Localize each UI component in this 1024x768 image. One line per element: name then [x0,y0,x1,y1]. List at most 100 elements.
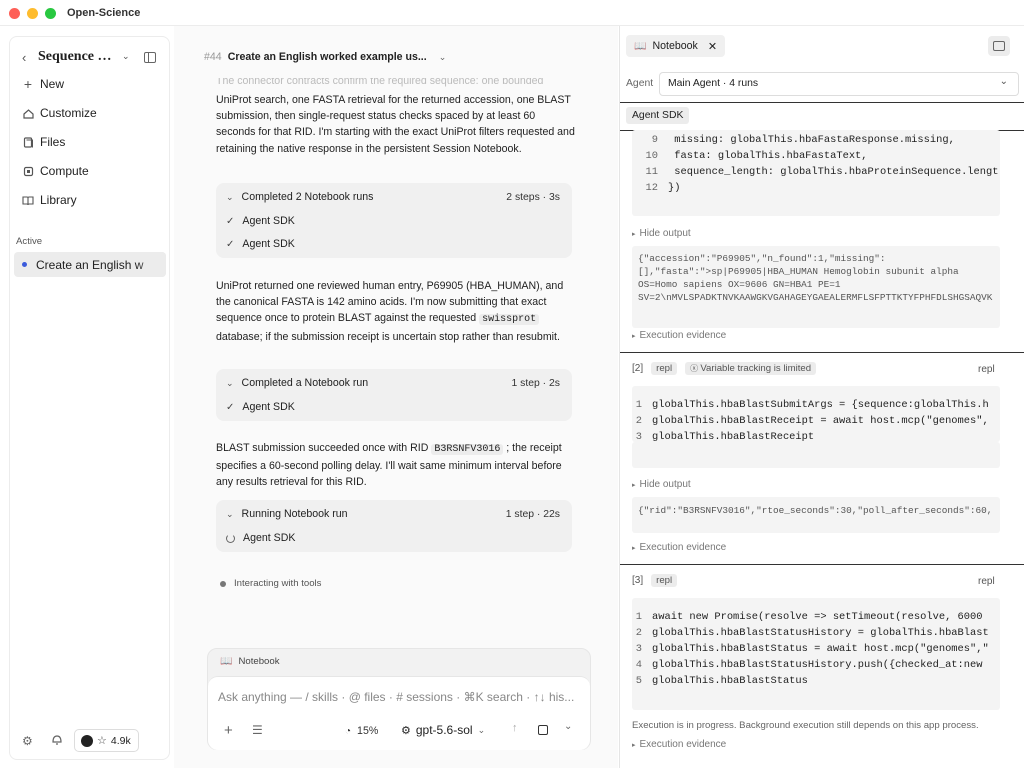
output-line: [],"fasta":">sp|P69905|HBA_HUMAN Hemoglo… [638,266,959,277]
chevron-down-icon: ⌄ [226,377,234,388]
run-group-header[interactable]: ⌄ Running Notebook run [226,508,348,520]
agent-select-value: Main Agent · 4 runs [668,78,759,89]
composer-attachment[interactable]: 📖 Notebook [220,656,280,667]
sidebar-item-library[interactable]: Library [22,191,77,209]
panel-toggle-button[interactable] [988,36,1010,56]
close-window-button[interactable] [9,8,20,19]
composer-input[interactable]: Ask anything — / skills · @ files · # se… [218,690,580,704]
code-cell-1[interactable]: 9 missing: globalThis.hbaFastaResponse.m… [632,130,1000,216]
code-line: 3 globalThis.hbaBlastStatus = await host.… [635,643,989,655]
sidebar-item-label: Library [40,193,77,207]
output-line: SV=2\nMVLSPADKTNVKAAWGKVGAHAGEYGAEALERMF… [638,292,993,303]
code-line: 4 globalThis.hbaBlastStatusHistory.push({… [635,659,983,671]
code-line: 9 missing: globalThis.hbaFastaResponse.m… [651,134,955,146]
model-selector[interactable]: ⚙ gpt-5.6-sol ⌄ [401,723,485,737]
composer: 📖 Notebook Ask anything — / skills · @ f… [207,648,591,750]
add-attachment-button[interactable]: + [224,722,233,739]
run-item[interactable]: Agent SDK [226,532,295,544]
composer-input-area: Ask anything — / skills · @ files · # se… [208,676,590,750]
execution-evidence-toggle[interactable]: ▸ Execution evidence [632,542,726,553]
chat-panel: #44 Create an English worked example us.… [174,26,618,768]
notebook-runs-group-3[interactable]: ⌄ Running Notebook run 1 step · 22s Agent… [216,500,572,552]
session-title: Create an English worked example us... [227,51,427,63]
github-icon [81,734,93,747]
chat-header[interactable]: #44 Create an English worked example us.… [204,51,446,63]
sidebar-item-compute[interactable]: Compute [22,162,89,180]
execution-evidence-toggle[interactable]: ▸ Execution evidence [632,739,726,750]
cell-kind: repl [978,576,995,587]
divider [620,352,1024,353]
toggle-sidebar-icon[interactable] [144,52,156,63]
notebook-runs-group-1[interactable]: ⌄ Completed 2 Notebook runs 2 steps · 3s … [216,183,572,258]
customize-icon [22,108,34,119]
output-line: {"accession":"P69905","n_found":1,"missi… [638,253,886,264]
gauge-icon: ◔ [345,725,352,737]
code-line: 5 globalThis.hbaBlastStatus [635,675,808,687]
cell-index: [2] [632,363,644,374]
chevron-down-icon[interactable]: ⌄ [122,51,130,62]
settings-gear-icon[interactable]: ⚙ [22,734,33,748]
app-title: Open-Science [67,7,141,19]
run-item[interactable]: ✓ Agent SDK [226,238,295,250]
execution-evidence-toggle[interactable]: ▸ Execution evidence [632,330,726,341]
github-stars-button[interactable]: ☆ 4.9k [74,729,139,752]
chevron-down-icon[interactable]: ⌄ [439,52,447,63]
sidebar-item-label: Compute [40,164,89,178]
bell-icon[interactable] [51,733,63,749]
run-group-meta: 2 steps · 3s [506,192,560,203]
chevron-down-icon: ⌄ [226,191,234,202]
check-icon: ✓ [226,401,235,413]
cell-index: [3] [632,575,644,586]
hide-output-toggle[interactable]: ▸ Hide output [632,479,691,490]
tab-notebook[interactable]: 📖 Notebook ✕ [626,35,726,57]
chevron-down-icon[interactable]: ⌄ [564,721,572,732]
sidebar-item-new[interactable]: + New [22,75,64,93]
run-item-label: Agent SDK [242,238,295,250]
context-usage[interactable]: ◔ 15% [345,725,378,737]
run-group-header[interactable]: ⌄ Completed a Notebook run [226,377,368,389]
activity-dot-icon [220,580,226,587]
assistant-message-3: BLAST submission succeeded once with RID… [216,442,562,489]
minimize-window-button[interactable] [27,8,38,19]
cell-3-header: [3] repl [632,574,678,587]
output-line: {"rid":"B3RSNFV3016","rtoe_seconds":30,"… [638,505,993,516]
notebook-runs-group-2[interactable]: ⌄ Completed a Notebook run 1 step · 2s ✓ A… [216,369,572,421]
run-item[interactable]: ✓ Agent SDK [226,401,295,413]
context-usage-label: 15% [357,725,379,737]
stop-button[interactable] [538,725,548,735]
back-chevron-icon[interactable]: ‹ [22,50,26,65]
section-label-active: Active [16,236,43,247]
spinner-icon [226,533,235,543]
session-number: #44 [204,51,222,63]
project-title[interactable]: Sequence … [38,49,112,65]
sidebar-item-label: Files [40,135,66,149]
active-dot-icon [22,262,27,267]
hide-output-toggle[interactable]: ▸ Hide output [632,228,691,239]
sidebar-header: ‹ Sequence … ⌄ [22,49,162,67]
agent-select[interactable]: Main Agent · 4 runs ⌄ [659,72,1019,96]
options-sliders-icon[interactable]: ☰ [252,723,263,737]
star-icon: ☆ [97,735,107,747]
cell-tag: repl [651,362,678,375]
active-session-item[interactable]: Create an English w [14,252,166,277]
run-item[interactable]: ✓ Agent SDK [226,215,295,227]
variable-tracking-note: ⓧ Variable tracking is limited [685,362,817,375]
arrow-up-icon[interactable]: ↑ [512,722,518,734]
run-group-header[interactable]: ⌄ Completed 2 Notebook runs [226,191,373,203]
code-line: 12}) [645,182,681,194]
zoom-window-button[interactable] [45,8,56,19]
sidebar-item-files[interactable]: Files [22,133,65,151]
agent-sdk-tab[interactable]: Agent SDK [626,107,690,124]
sidebar-item-customize[interactable]: Customize [22,104,97,122]
output-line: OS=Homo sapiens OX=9606 GN=HBA1 PE=1 [638,279,841,290]
run-group-title: Running Notebook run [241,508,348,520]
check-icon: ✓ [226,215,235,227]
output-cell-2: {"rid":"B3RSNFV3016","rtoe_seconds":30,"… [632,497,1000,533]
code-cell-2[interactable]: 1 globalThis.hbaBlastSubmitArgs = {sequen… [632,386,1000,442]
chevron-down-icon: ⌄ [226,508,234,519]
cell-tag: repl [651,574,678,587]
close-tab-icon[interactable]: ✕ [708,40,717,53]
sidebar-item-label: Customize [40,106,97,120]
code-cell-3[interactable]: 1 await new Promise(resolve => setTimeout… [632,598,1000,710]
sidebar-item-label: New [40,77,65,91]
